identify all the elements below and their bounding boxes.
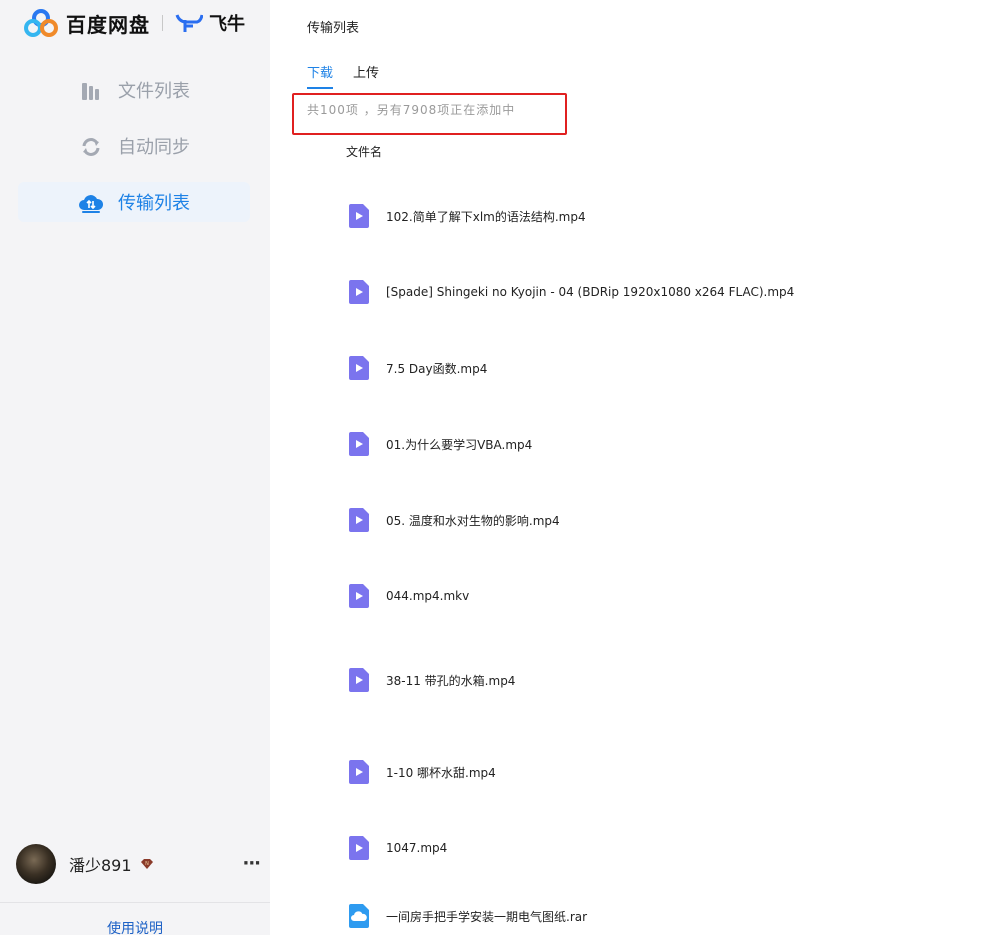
user-profile[interactable]: 潘少891 N ··· [16,843,266,885]
sidebar-item-transfer-list[interactable]: 传输列表 [18,182,250,222]
sidebar-item-file-list[interactable]: 文件列表 [18,70,250,110]
file-list-icon [82,83,99,100]
video-file-icon [349,668,369,692]
file-row[interactable]: 102.简单了解下xlm的语法结构.mp4 [348,203,586,229]
file-row[interactable]: 05. 温度和水对生物的影响.mp4 [348,507,560,533]
file-row[interactable]: 044.mp4.mkv [348,583,469,609]
file-name: [Spade] Shingeki no Kyojin - 04 (BDRip 1… [386,285,795,299]
more-options-icon[interactable]: ··· [242,853,260,874]
app-logo: 百度网盘 飞牛 [24,8,245,38]
video-file-icon [349,204,369,228]
sidebar-item-label: 传输列表 [118,193,190,214]
file-name: 一间房手把手学安装一期电气图纸.rar [386,909,588,924]
svg-text:N: N [145,861,149,867]
vip-badge-icon: N [140,859,153,869]
brand-name: 百度网盘 [66,12,150,37]
file-row[interactable]: 38-11 带孔的水箱.mp4 [348,667,515,693]
column-header-filename[interactable]: 文件名 [346,143,382,160]
video-file-icon [349,280,369,304]
tab-upload[interactable]: 上传 [353,62,379,89]
baidu-netdisk-logo-icon [24,9,58,37]
video-file-icon [349,584,369,608]
help-link[interactable]: 使用说明 [107,921,163,935]
sidebar-item-label: 文件列表 [118,81,190,102]
video-file-icon [349,760,369,784]
file-name: 05. 温度和水对生物的影响.mp4 [386,513,560,528]
file-row[interactable]: 1047.mp4 [348,835,447,861]
file-name: 01.为什么要学习VBA.mp4 [386,437,533,452]
partner-name: 飞牛 [209,14,245,35]
file-row[interactable]: [Spade] Shingeki no Kyojin - 04 (BDRip 1… [348,279,794,305]
file-row[interactable]: 一间房手把手学安装一期电气图纸.rar [348,903,587,929]
file-name: 102.简单了解下xlm的语法结构.mp4 [386,209,586,224]
file-name: 7.5 Day函数.mp4 [386,361,488,376]
cloud-transfer-icon [79,195,104,213]
archive-file-icon [349,904,369,928]
main-panel: 传输列表 下载 上传 共100项 ，另有7908项正在添加中 文件名 102.简… [270,0,997,935]
sidebar-item-label: 自动同步 [118,137,190,158]
sidebar-item-auto-sync[interactable]: 自动同步 [18,126,250,166]
video-file-icon [349,836,369,860]
feiniu-logo-icon [175,14,203,32]
file-row[interactable]: 7.5 Day函数.mp4 [348,355,487,381]
file-name: 1-10 哪杯水甜.mp4 [386,765,496,780]
username: 潘少891 [69,856,132,875]
sidebar: 百度网盘 飞牛 文件列表 自动同步 传输列表 潘少891 N ··· 使用说明 [0,0,270,935]
file-name: 044.mp4.mkv [386,589,470,603]
sidebar-nav: 文件列表 自动同步 传输列表 [18,70,250,238]
file-name: 38-11 带孔的水箱.mp4 [386,673,516,688]
file-name: 1047.mp4 [386,841,448,855]
avatar[interactable] [16,844,56,884]
page-title: 传输列表 [307,21,360,36]
video-file-icon [349,356,369,380]
transfer-tabs: 下载 上传 [307,62,399,89]
video-file-icon [349,432,369,456]
file-row[interactable]: 1-10 哪杯水甜.mp4 [348,759,496,785]
file-row[interactable]: 01.为什么要学习VBA.mp4 [348,431,532,457]
tab-download[interactable]: 下载 [307,62,334,89]
sidebar-footer: 使用说明 [0,902,270,935]
sync-icon [82,138,100,156]
video-file-icon [349,508,369,532]
item-count-summary: 共100项 ，另有7908项正在添加中 [307,103,516,117]
logo-divider [162,15,163,31]
